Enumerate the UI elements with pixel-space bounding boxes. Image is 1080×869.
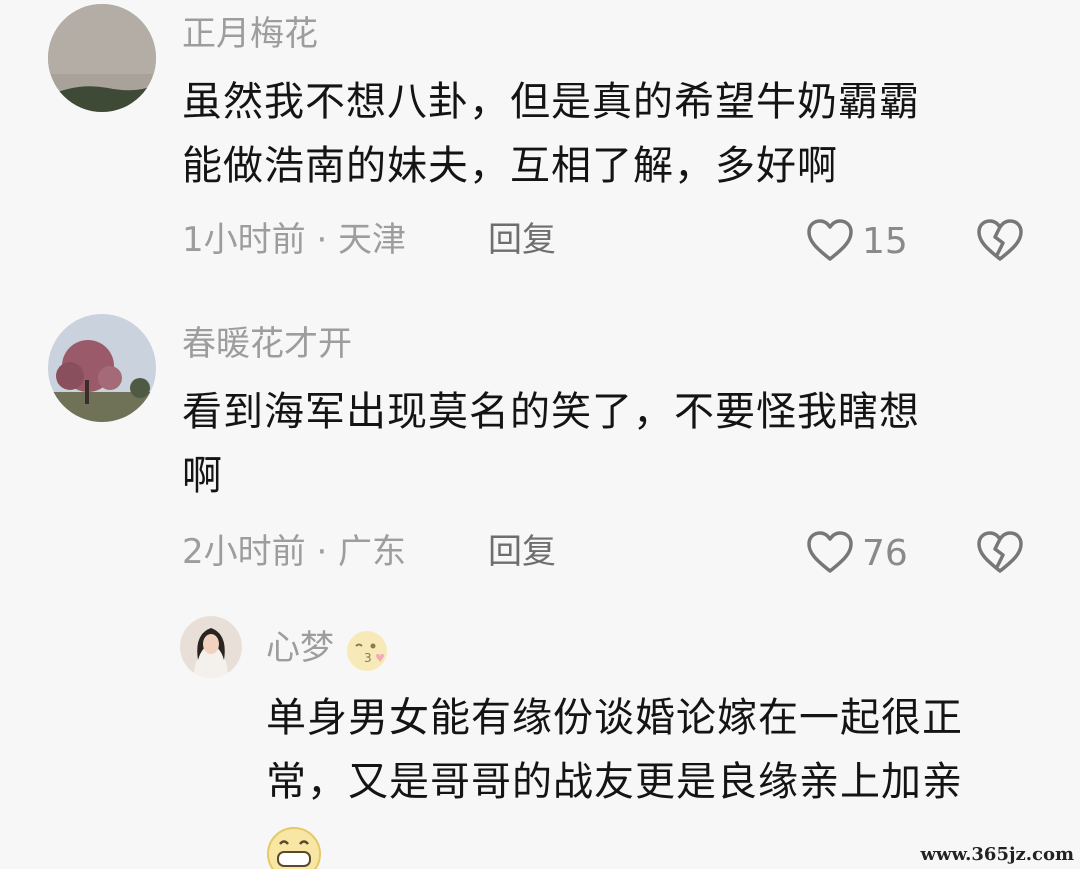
heart-outline-icon[interactable] <box>806 530 854 574</box>
reply-button[interactable]: 回复 <box>488 220 556 260</box>
comment-time-location: 2小时前 · 广东 <box>182 532 407 572</box>
avatar[interactable] <box>180 616 242 678</box>
wink-kiss-emoji-icon: 3 <box>347 631 387 671</box>
comment-text-line: 虽然我不想八卦，但是真的希望牛奶霸霸 <box>182 79 920 125</box>
heart-outline-icon[interactable] <box>806 218 854 262</box>
reply-username[interactable]: 心梦 <box>266 628 334 668</box>
like-count: 76 <box>862 533 908 574</box>
watermark: www.365jz.com <box>920 844 1074 865</box>
comment-time-location: 1小时前 · 天津 <box>182 220 407 260</box>
broken-heart-icon[interactable] <box>976 530 1024 574</box>
comment-username[interactable]: 正月梅花 <box>182 14 318 54</box>
reply-text-line: 单身男女能有缘份谈婚论嫁在一起很正 <box>266 695 963 741</box>
comment-text-line: 看到海军出现莫名的笑了，不要怪我瞎想 <box>182 389 920 435</box>
comment-username[interactable]: 春暖花才开 <box>182 324 352 364</box>
comment-text-line: 能做浩南的妹夫，互相了解，多好啊 <box>182 143 838 189</box>
reply-text: 单身男女能有缘份谈婚论嫁在一起很正 常，又是哥哥的战友更是良缘亲上加亲 <box>266 686 963 814</box>
comment-text-line: 啊 <box>182 453 223 499</box>
avatar[interactable] <box>48 314 156 422</box>
like-count: 15 <box>862 221 908 262</box>
svg-text:3: 3 <box>364 651 372 665</box>
comment-text: 看到海军出现莫名的笑了，不要怪我瞎想 啊 <box>182 380 920 508</box>
grin-emoji-icon <box>267 827 321 869</box>
comment-text: 虽然我不想八卦，但是真的希望牛奶霸霸 能做浩南的妹夫，互相了解，多好啊 <box>182 70 920 198</box>
reply-button[interactable]: 回复 <box>488 532 556 572</box>
avatar[interactable] <box>48 4 156 112</box>
broken-heart-icon[interactable] <box>976 218 1024 262</box>
reply-text-line: 常，又是哥哥的战友更是良缘亲上加亲 <box>266 759 963 805</box>
